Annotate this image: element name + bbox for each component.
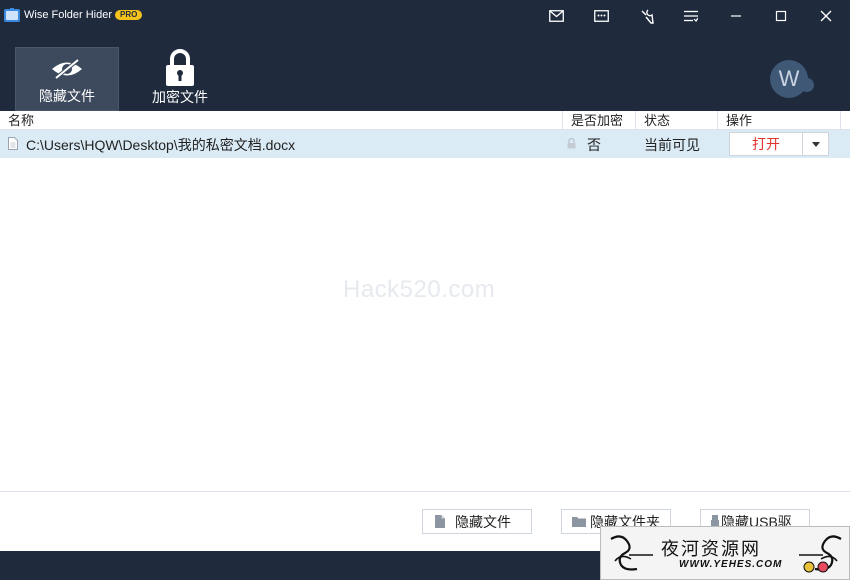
hide-file-button[interactable]: 隐藏文件 — [422, 509, 532, 534]
feedback-button[interactable] — [579, 0, 623, 32]
encryption-lock-icon — [567, 138, 576, 149]
ornament-right-icon — [799, 535, 842, 573]
chevron-down-icon — [811, 141, 820, 147]
lock-icon — [166, 49, 194, 86]
app-window: Wise Folder Hider PRO 隐藏文件 加密文件 W 名称 是否加… — [0, 0, 850, 580]
column-header-action[interactable]: 操作 — [717, 111, 840, 130]
minimize-icon — [731, 15, 741, 17]
close-icon — [820, 10, 832, 22]
folder-icon — [572, 517, 586, 527]
tab-hide-files-label: 隐藏文件 — [39, 88, 95, 104]
tools-icon — [641, 8, 654, 24]
close-button[interactable] — [804, 0, 848, 32]
column-header-encrypted[interactable]: 是否加密 — [562, 111, 635, 130]
app-logo-icon — [4, 8, 20, 22]
column-header-filler — [840, 111, 850, 130]
action-dropdown-button[interactable] — [802, 133, 828, 155]
file-icon — [435, 515, 445, 528]
menu-button[interactable] — [669, 0, 713, 32]
open-button[interactable]: 打开 — [730, 133, 802, 155]
menu-icon — [684, 10, 698, 22]
maximize-button[interactable] — [759, 0, 803, 32]
column-header-name[interactable]: 名称 — [0, 111, 562, 130]
file-list-panel: 名称 是否加密 状态 操作 C:\Users\HQW\Desktop\我的私密文… — [0, 111, 850, 551]
document-icon — [8, 137, 18, 150]
column-header-status[interactable]: 状态 — [635, 111, 717, 130]
status-value: 当前可见 — [644, 137, 700, 153]
table-header: 名称 是否加密 状态 操作 — [0, 111, 850, 130]
eye-slash-icon — [52, 58, 82, 80]
tools-button[interactable] — [624, 0, 668, 32]
watermark-site-title: 夜河资源网 — [661, 539, 761, 560]
watermark-site-url: WWW.YEHES.COM — [679, 559, 783, 570]
ornament-left-icon — [610, 535, 653, 571]
tab-hide-files[interactable]: 隐藏文件 — [15, 47, 119, 111]
watermark-text: Hack520.com — [343, 276, 496, 303]
pro-badge: PRO — [115, 10, 143, 20]
avatar-letter: W — [778, 66, 800, 91]
open-action-split-button: 打开 — [729, 132, 829, 156]
tab-encrypt-files-label: 加密文件 — [152, 89, 208, 105]
hide-file-label: 隐藏文件 — [455, 513, 511, 530]
encrypted-value: 否 — [587, 137, 601, 153]
app-title: Wise Folder Hider — [24, 9, 113, 21]
file-path: C:\Users\HQW\Desktop\我的私密文档.docx — [26, 137, 296, 153]
avatar-status-dot — [800, 78, 814, 92]
mail-icon — [548, 10, 564, 22]
table-row[interactable]: C:\Users\HQW\Desktop\我的私密文档.docx 否 当前可见 — [0, 130, 850, 158]
site-watermark-badge: 夜河资源网 WWW.YEHES.COM — [600, 526, 850, 580]
minimize-button[interactable] — [714, 0, 758, 32]
feedback-icon — [593, 10, 609, 22]
maximize-icon — [775, 10, 787, 22]
tab-encrypt-files[interactable]: 加密文件 — [128, 47, 232, 111]
mail-button[interactable] — [534, 0, 578, 32]
title-bar: Wise Folder Hider PRO — [0, 0, 850, 32]
